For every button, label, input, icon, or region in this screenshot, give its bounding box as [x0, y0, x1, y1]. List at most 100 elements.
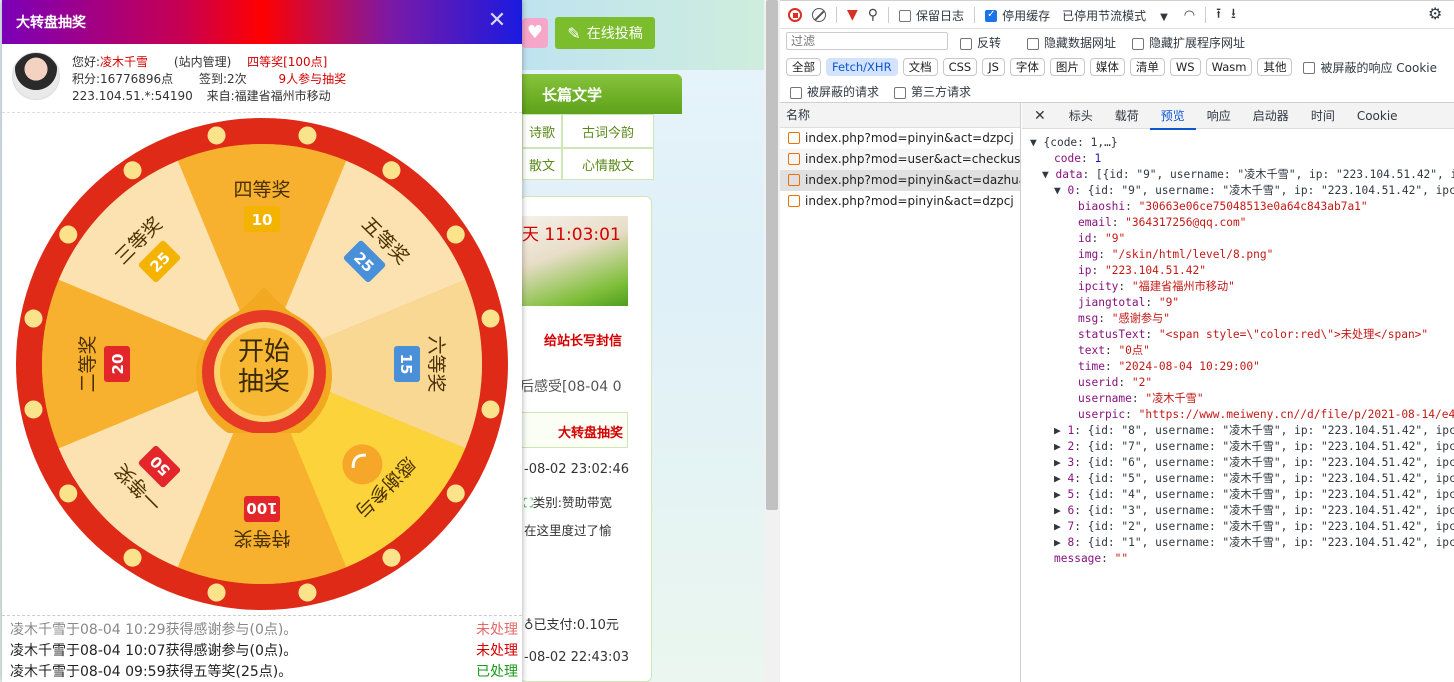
json-field[interactable]: statusText: "<span style=\"color:red\">未…: [1030, 327, 1454, 343]
edit-icon: ✎: [567, 23, 581, 43]
request-list: 名称 index.php?mod=pinyin&act=dzpcj index.…: [780, 103, 1021, 682]
close-icon[interactable]: ✕: [1022, 108, 1058, 124]
invert-checkbox[interactable]: 反转: [960, 34, 1001, 51]
json-item[interactable]: ▶ 6: {id: "3", username: "凌木千雪", ip: "22…: [1030, 503, 1454, 519]
request-row[interactable]: index.php?mod=pinyin&act=dzpcj: [780, 191, 1020, 212]
json-message[interactable]: message: "": [1030, 551, 1454, 567]
json-field[interactable]: text: "0点": [1030, 343, 1454, 359]
json-field[interactable]: msg: "感谢参与": [1030, 311, 1454, 327]
chip-ws[interactable]: WS: [1169, 58, 1201, 76]
xhr-icon: [788, 174, 800, 186]
json-item[interactable]: ▶ 5: {id: "4", username: "凌木千雪", ip: "22…: [1030, 487, 1454, 503]
start-draw-button[interactable]: 开始 抽奖: [189, 283, 339, 444]
json-item[interactable]: ▶ 4: {id: "5", username: "凌木千雪", ip: "22…: [1030, 471, 1454, 487]
wheel-light-dot: [59, 225, 78, 244]
json-field[interactable]: time: "2024-08-04 10:29:00": [1030, 359, 1454, 375]
chip-wasm[interactable]: Wasm: [1205, 58, 1253, 76]
json-field[interactable]: username: "凌木千雪": [1030, 391, 1454, 407]
json-item[interactable]: ▶ 7: {id: "2", username: "凌木千雪", ip: "22…: [1030, 519, 1454, 535]
mail-link[interactable]: 给站长写封信: [544, 330, 622, 349]
coin-icon: ♁: [524, 618, 534, 633]
tab-response[interactable]: 响应: [1196, 102, 1242, 130]
feel-text[interactable]: 后感受[08-04 0: [520, 376, 622, 396]
download-icon[interactable]: ⭳: [1231, 3, 1236, 27]
cat-prose[interactable]: 散文: [522, 148, 562, 180]
date-text-1: -08-02 23:02:46: [524, 462, 629, 477]
wheel-light-dot: [207, 126, 226, 145]
chip-img[interactable]: 图片: [1049, 58, 1085, 76]
wheel-sector-label: 二等奖: [77, 335, 99, 392]
chip-doc[interactable]: 文档: [902, 58, 938, 76]
record-stop-icon[interactable]: [788, 8, 802, 22]
json-item[interactable]: ▶ 1: {id: "8", username: "凌木千雪", ip: "22…: [1030, 423, 1454, 439]
disable-cache-checkbox[interactable]: 停用缓存: [985, 7, 1050, 24]
request-row[interactable]: index.php?mod=user&act=checkuser: [780, 149, 1020, 170]
cat-mood[interactable]: 心情散文: [562, 148, 654, 180]
preserve-log-checkbox[interactable]: 保留日志: [899, 7, 964, 24]
request-row-selected[interactable]: index.php?mod=pinyin&act=dazhuan...: [780, 170, 1020, 191]
cat-classical[interactable]: 古词今韵: [562, 114, 654, 148]
json-item[interactable]: ▶ 2: {id: "7", username: "凌木千雪", ip: "22…: [1030, 439, 1454, 455]
chip-manifest[interactable]: 清单: [1129, 58, 1165, 76]
hide-data-urls-checkbox[interactable]: 隐藏数据网址: [1027, 34, 1116, 51]
wifi-icon[interactable]: ◠: [1184, 8, 1195, 23]
name-column-header[interactable]: 名称: [780, 103, 1020, 128]
wheel-light-dot: [446, 225, 465, 244]
json-root[interactable]: ▼ {code: 1,…}: [1030, 135, 1454, 151]
json-field[interactable]: userpic: "https://www.meiweny.cn//d/file…: [1030, 407, 1454, 423]
third-party-checkbox[interactable]: 第三方请求: [894, 83, 971, 100]
json-field[interactable]: jiangtotal: "9": [1030, 295, 1454, 311]
throttle-select[interactable]: 已停用节流模式 ▼: [1062, 7, 1168, 24]
chip-other[interactable]: 其他: [1257, 58, 1293, 76]
nav-longtext[interactable]: 长篇文学: [522, 74, 682, 114]
tab-cookies[interactable]: Cookie: [1346, 102, 1409, 130]
chip-media[interactable]: 媒体: [1089, 58, 1125, 76]
tab-initiator[interactable]: 启动器: [1242, 102, 1300, 130]
wheel-light-dot: [446, 484, 465, 503]
tab-timing[interactable]: 时间: [1300, 102, 1346, 130]
start-button-label: 开始 抽奖: [237, 337, 290, 397]
gear-icon[interactable]: ⚙: [1428, 4, 1442, 23]
chip-fetch-xhr[interactable]: Fetch/XHR: [826, 58, 898, 76]
json-field[interactable]: email: "364317256@qq.com": [1030, 215, 1454, 231]
close-icon[interactable]: ✕: [486, 10, 508, 32]
chip-css[interactable]: CSS: [942, 58, 978, 76]
json-code[interactable]: code: 1: [1030, 151, 1454, 167]
upload-icon[interactable]: ⭱: [1216, 3, 1221, 27]
page-scrollbar[interactable]: [764, 0, 780, 682]
ip-line: 223.104.51.*:54190 来自:福建省福州市移动: [72, 89, 331, 103]
tab-preview[interactable]: 预览: [1149, 102, 1196, 130]
chip-js[interactable]: JS: [982, 58, 1005, 76]
filter-input[interactable]: 过滤: [786, 32, 948, 50]
blocked-cookies-checkbox[interactable]: 被屏蔽的响应 Cookie: [1303, 59, 1437, 76]
wheel-light-dot: [481, 400, 500, 419]
json-data[interactable]: ▼ data: [{id: "9", username: "凌木千雪", ip:…: [1030, 167, 1454, 183]
wheel-link[interactable]: 大转盘抽奖: [558, 422, 623, 441]
prize-value: 15: [397, 354, 415, 375]
online-submit-button[interactable]: ✎ 在线投稿: [555, 17, 655, 49]
clear-icon[interactable]: [812, 8, 826, 22]
json-item[interactable]: ▶ 3: {id: "6", username: "凌木千雪", ip: "22…: [1030, 455, 1454, 471]
scrollbar-thumb[interactable]: [766, 0, 778, 510]
blocked-requests-checkbox[interactable]: 被屏蔽的请求: [790, 83, 879, 100]
json-item-0[interactable]: ▼ 0: {id: "9", username: "凌木千雪", ip: "22…: [1030, 183, 1454, 199]
xhr-icon: [788, 153, 800, 165]
json-field[interactable]: ipcity: "福建省福州市移动": [1030, 279, 1454, 295]
heart-icon[interactable]: ♥: [522, 18, 548, 48]
hide-ext-urls-checkbox[interactable]: 隐藏扩展程序网址: [1132, 34, 1245, 51]
json-field[interactable]: img: "/skin/html/level/8.png": [1030, 247, 1454, 263]
json-field[interactable]: userid: "2": [1030, 375, 1454, 391]
json-field[interactable]: id: "9": [1030, 231, 1454, 247]
avatar: [12, 52, 60, 100]
tab-headers[interactable]: 标头: [1058, 102, 1104, 130]
cat-poetry[interactable]: 诗歌: [522, 114, 562, 148]
filter-icon[interactable]: ▼: [847, 7, 858, 23]
chip-font[interactable]: 字体: [1009, 58, 1045, 76]
tab-payload[interactable]: 载荷: [1104, 102, 1150, 130]
chip-all[interactable]: 全部: [786, 58, 821, 76]
json-item[interactable]: ▶ 8: {id: "1", username: "凌木千雪", ip: "22…: [1030, 535, 1454, 551]
search-icon[interactable]: ⚲: [868, 7, 878, 23]
request-row[interactable]: index.php?mod=pinyin&act=dzpcj: [780, 128, 1020, 149]
json-field[interactable]: biaoshi: "30663e06ce75048513e0a64c843ab7…: [1030, 199, 1454, 215]
json-field[interactable]: ip: "223.104.51.42": [1030, 263, 1454, 279]
